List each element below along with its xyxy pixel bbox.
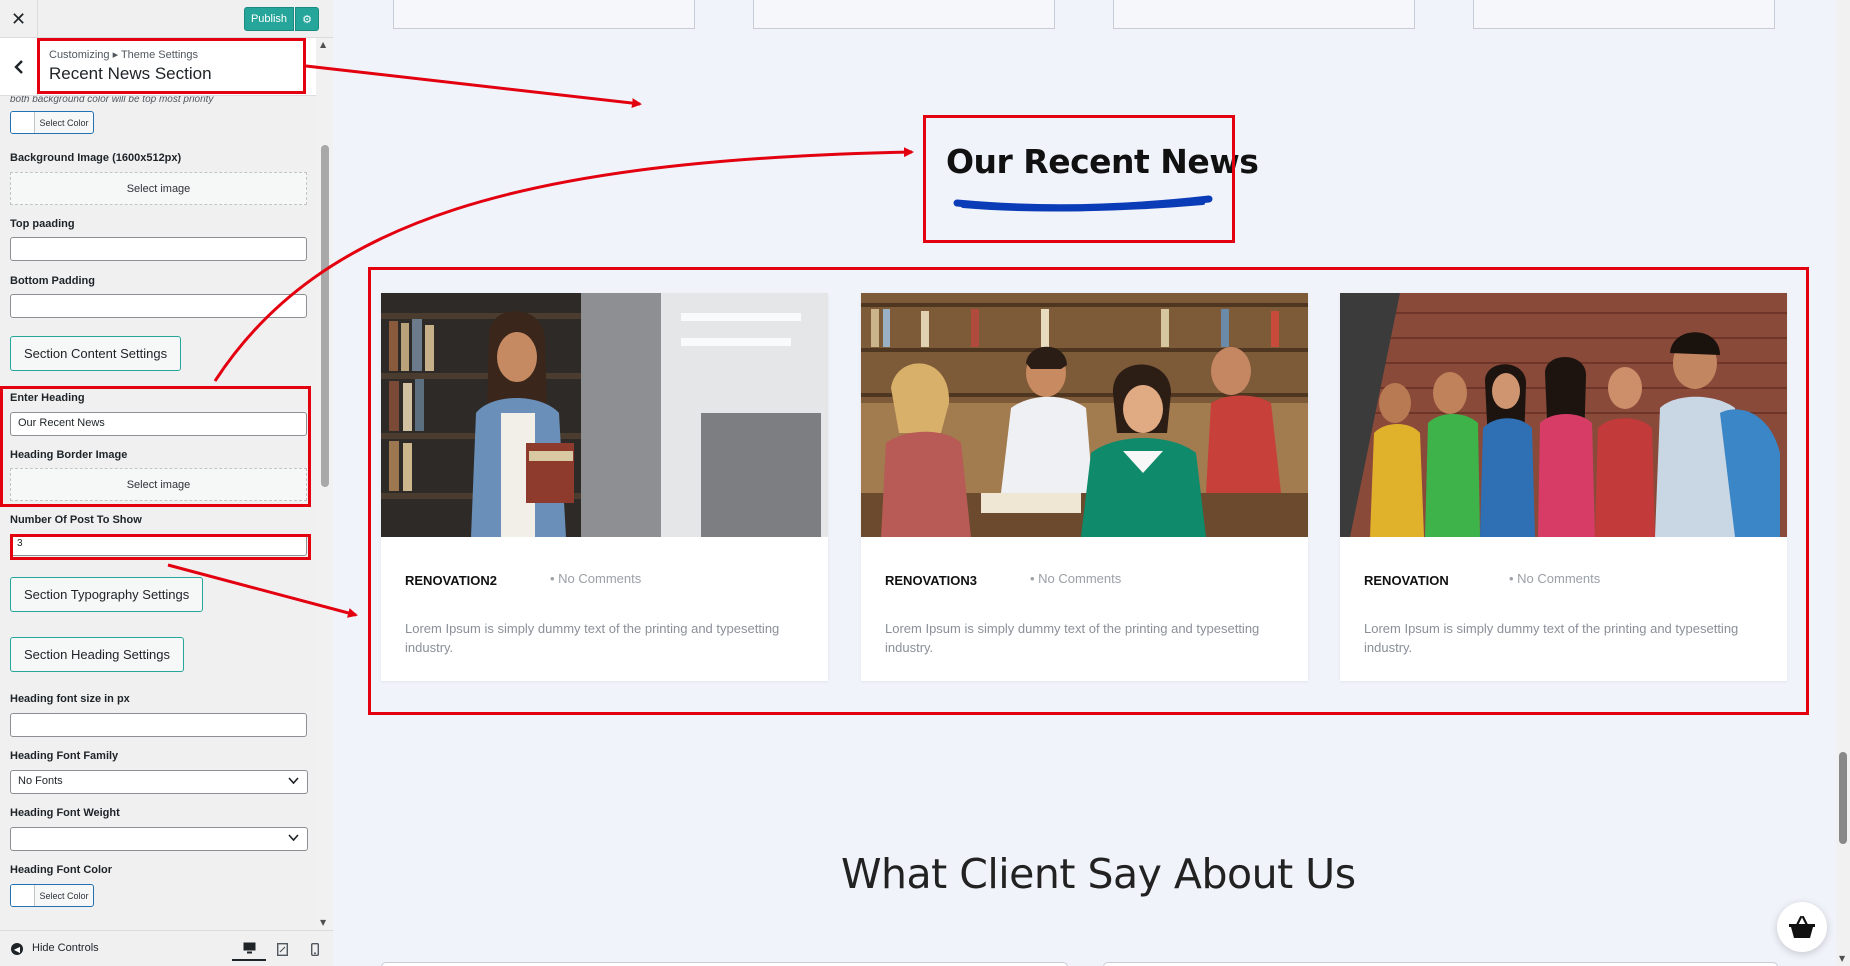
bottom-padding-label: Bottom Padding xyxy=(10,275,95,287)
previous-section-card xyxy=(753,0,1055,29)
customizer-topbar: ✕ Publish ⚙ xyxy=(0,0,333,38)
num-posts-input[interactable]: 3 xyxy=(10,534,307,556)
select-image-label: Select image xyxy=(126,182,191,195)
customizer-sidebar: ✕ Publish ⚙ Customizing ▸ Theme Settings… xyxy=(0,0,333,966)
news-card-excerpt: Lorem Ipsum is simply dummy text of the … xyxy=(405,621,780,655)
heading-font-size-input[interactable] xyxy=(10,713,307,737)
breadcrumb: Customizing ▸ Theme Settings xyxy=(49,49,198,61)
news-card-excerpt: Lorem Ipsum is simply dummy text of the … xyxy=(1364,621,1739,655)
news-card[interactable]: RENOVATION • No Comments Lorem Ipsum is … xyxy=(1340,293,1787,681)
chevron-down-icon xyxy=(288,834,299,842)
scroll-down-arrow-icon[interactable]: ▼ xyxy=(1839,954,1845,963)
publish-button[interactable]: Publish xyxy=(244,7,294,31)
heading-font-family-select[interactable]: No Fonts xyxy=(10,770,308,794)
enter-heading-input[interactable]: Our Recent News xyxy=(10,412,307,436)
news-card[interactable]: RENOVATION3 • No Comments Lorem Ipsum is… xyxy=(861,293,1308,681)
chevron-down-icon xyxy=(288,777,299,785)
student-group-photo xyxy=(1340,293,1787,537)
hide-controls-button[interactable]: Hide Controls xyxy=(32,942,99,954)
heading-font-color-label: Heading Font Color xyxy=(10,864,113,876)
section-typography-settings-button[interactable]: Section Typography Settings xyxy=(10,577,204,612)
num-posts-label: Number Of Post To Show xyxy=(10,514,142,526)
tablet-icon xyxy=(276,942,288,956)
scroll-thumb[interactable] xyxy=(1839,752,1847,844)
heading-underline-brush xyxy=(953,195,1213,212)
news-card-meta[interactable]: • No Comments xyxy=(1030,571,1121,586)
top-padding-input[interactable] xyxy=(10,237,307,261)
students-studying-photo xyxy=(861,293,1308,537)
mobile-preview-icon[interactable] xyxy=(306,940,324,958)
previous-section-card xyxy=(393,0,695,29)
heading-border-image-select[interactable]: Select image xyxy=(10,468,307,501)
news-card-image[interactable] xyxy=(861,293,1308,537)
news-card-title[interactable]: RENOVATION xyxy=(1364,573,1449,588)
site-preview: Our Recent News RENOVATION2 • No Comment… xyxy=(333,0,1850,966)
priority-note: both background color will be top most p… xyxy=(10,96,214,105)
testimonial-card-peek xyxy=(1103,962,1778,966)
news-card-title[interactable]: RENOVATION3 xyxy=(885,573,977,588)
mobile-icon xyxy=(311,942,319,956)
heading-font-size-label: Heading font size in px xyxy=(10,693,130,705)
panel-header: Customizing ▸ Theme Settings Recent News… xyxy=(0,38,333,96)
select-color-label: Select Color xyxy=(39,117,89,128)
news-card-title[interactable]: RENOVATION2 xyxy=(405,573,497,588)
sidebar-scrollbar[interactable]: ▲ ▼ xyxy=(316,38,333,930)
news-card[interactable]: RENOVATION2 • No Comments Lorem Ipsum is… xyxy=(381,293,828,681)
panel-title: Recent News Section xyxy=(49,64,212,83)
testimonial-card-peek xyxy=(381,962,1068,966)
heading-border-image-label: Heading Border Image xyxy=(10,449,128,461)
controls-list: both background color will be top most p… xyxy=(0,96,316,930)
customizer-footer: ◀ Hide Controls xyxy=(0,930,333,966)
enter-heading-label: Enter Heading xyxy=(10,392,85,404)
desktop-preview-icon[interactable] xyxy=(232,937,266,961)
library-student-photo xyxy=(381,293,828,537)
publish-settings-gear-icon[interactable]: ⚙ xyxy=(295,7,319,31)
bg-image-select[interactable]: Select image xyxy=(10,172,307,205)
chevron-left-icon xyxy=(13,60,23,74)
news-card-image[interactable] xyxy=(1340,293,1787,537)
color-swatch xyxy=(11,112,35,133)
previous-section-card xyxy=(1473,0,1775,29)
scroll-thumb[interactable] xyxy=(321,145,329,487)
news-card-excerpt: Lorem Ipsum is simply dummy text of the … xyxy=(885,621,1260,655)
back-button[interactable] xyxy=(0,38,38,96)
select-color-label: Select Color xyxy=(39,890,89,901)
bottom-padding-input[interactable] xyxy=(10,294,307,318)
color-swatch xyxy=(11,885,35,906)
top-padding-label: Top paading xyxy=(10,218,75,230)
hide-controls-icon[interactable]: ◀ xyxy=(11,943,23,955)
section-heading-settings-button[interactable]: Section Heading Settings xyxy=(10,637,184,672)
previous-section-card xyxy=(1113,0,1415,29)
select-image-label: Select image xyxy=(126,478,191,491)
news-section-heading: Our Recent News xyxy=(946,142,1259,181)
scroll-up-arrow-icon[interactable]: ▲ xyxy=(320,40,326,49)
tablet-preview-icon[interactable] xyxy=(273,940,291,958)
testimonials-heading: What Client Say About Us xyxy=(841,850,1356,898)
section-content-settings-button[interactable]: Section Content Settings xyxy=(10,336,182,371)
heading-font-family-label: Heading Font Family xyxy=(10,750,119,762)
scroll-down-arrow-icon[interactable]: ▼ xyxy=(320,918,326,927)
heading-font-family-value: No Fonts xyxy=(18,775,63,787)
heading-font-weight-select[interactable] xyxy=(10,827,308,851)
heading-color-picker[interactable]: Select Color xyxy=(10,884,94,907)
preview-scrollbar[interactable]: ▼ xyxy=(1836,0,1850,966)
heading-font-weight-label: Heading Font Weight xyxy=(10,807,120,819)
news-card-meta[interactable]: • No Comments xyxy=(550,571,641,586)
bg-image-label: Background Image (1600x512px) xyxy=(10,152,182,164)
bg-color-picker[interactable]: Select Color xyxy=(10,111,94,134)
news-card-image[interactable] xyxy=(381,293,828,537)
basket-icon xyxy=(1789,915,1815,938)
close-customizer-button[interactable]: ✕ xyxy=(0,0,38,38)
cart-basket-button[interactable] xyxy=(1777,902,1827,952)
desktop-icon xyxy=(243,942,255,954)
news-card-meta[interactable]: • No Comments xyxy=(1509,571,1600,586)
